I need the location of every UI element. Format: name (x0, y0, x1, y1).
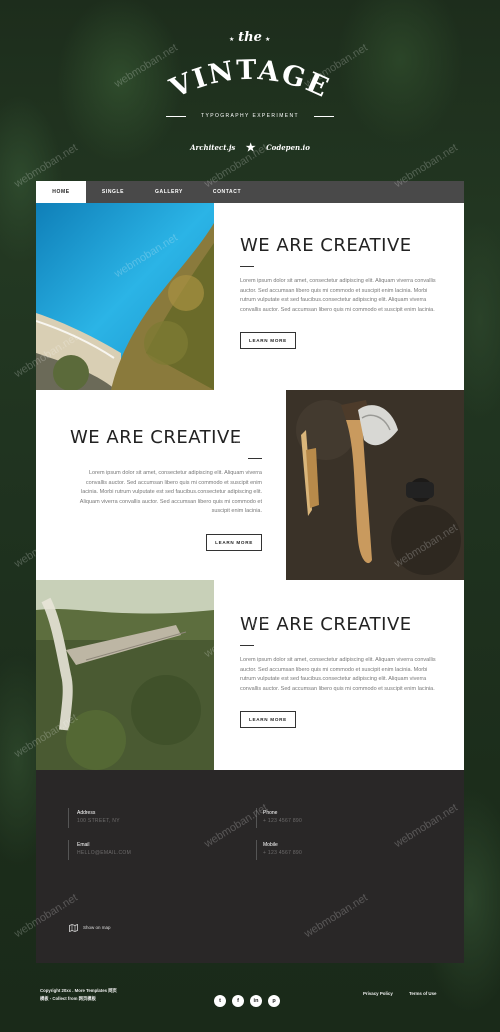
pinterest-icon[interactable]: p (268, 995, 280, 1007)
forest-bridge-photo (36, 580, 214, 770)
learn-more-button[interactable]: LEARN MORE (206, 533, 262, 551)
phone-label: Phone (263, 810, 278, 816)
copyright-line-2: 模板 - Collect from 网页模板 (40, 995, 96, 1001)
logo-the: the (238, 30, 262, 45)
nav-home[interactable]: HOME (36, 181, 86, 203)
header-links: Architect.js ★ Codepen.io (0, 140, 500, 154)
main-content: WE ARE CREATIVE Lorem ipsum dolor sit am… (36, 203, 464, 770)
footer-divider (68, 808, 69, 828)
site-footer: Address 100 STREET, NY Phone + 123 4567 … (36, 770, 464, 963)
learn-more-button[interactable]: LEARN MORE (240, 711, 296, 728)
privacy-policy-link[interactable]: Privacy Policy (363, 991, 393, 996)
aerial-beach-photo (36, 203, 214, 390)
learn-more-button[interactable]: LEARN MORE (240, 332, 296, 349)
axe-and-knife-photo (286, 390, 464, 580)
architect-link[interactable]: Architect.js (190, 143, 235, 152)
nav-contact[interactable]: CONTACT (202, 181, 252, 203)
codepen-link[interactable]: Codepen.io (266, 143, 310, 152)
section-body: Lorem ipsum dolor sit amet, consectetur … (240, 278, 436, 313)
twitter-icon[interactable]: t (214, 995, 226, 1007)
show-on-map-link[interactable]: Show on map (69, 923, 111, 933)
linkedin-icon[interactable]: in (250, 995, 262, 1007)
svg-text:VINTAGE: VINTAGE (165, 55, 335, 105)
email-value[interactable]: HELLO@EMAIL.COM (77, 850, 131, 856)
heading-divider (240, 266, 254, 267)
nav-gallery[interactable]: GALLERY (144, 181, 194, 203)
main-nav: HOME SINGLE GALLERY CONTACT (36, 181, 464, 203)
section-3-text: WE ARE CREATIVE Lorem ipsum dolor sit am… (240, 614, 440, 728)
section-body: Lorem ipsum dolor sit amet, consectetur … (240, 657, 436, 692)
nav-single[interactable]: SINGLE (88, 181, 138, 203)
copyright-line-1: Copyright 20xx . More Templates 网页 (40, 988, 117, 993)
map-icon (69, 923, 78, 933)
copyright: Copyright 20xx . More Templates 网页 模板 - … (40, 987, 117, 1002)
star-icon: ★ (245, 141, 256, 154)
logo-tagline: TYPOGRAPHY EXPERIMENT (166, 113, 334, 119)
address-label: Address (77, 810, 96, 816)
logo-wordmark-text: VINTAGE (165, 55, 333, 105)
map-link-label: Show on map (83, 925, 111, 931)
footer-divider (256, 808, 257, 828)
section-heading: WE ARE CREATIVE (240, 614, 412, 635)
site-header: ★ ★ the VINTAGE TYPOGRAPHY EXPERIMENT Ar… (0, 0, 500, 180)
mobile-label: Mobile (263, 842, 278, 848)
terms-of-use-link[interactable]: Terms of Use (409, 991, 437, 996)
section-heading: WE ARE CREATIVE (240, 235, 412, 256)
footer-divider (68, 840, 69, 860)
heading-divider (240, 645, 254, 646)
email-label: Email (77, 842, 90, 848)
section-body: Lorem ipsum dolor sit amet, consectetur … (79, 470, 262, 514)
footer-divider (256, 840, 257, 860)
section-2-text: WE ARE CREATIVE Lorem ipsum dolor sit am… (70, 427, 262, 551)
section-heading: WE ARE CREATIVE (70, 427, 242, 448)
logo-wordmark[interactable]: VINTAGE (150, 52, 350, 112)
address-value: 100 STREET, NY (77, 818, 120, 824)
facebook-icon[interactable]: f (232, 995, 244, 1007)
social-links: t f in p (214, 989, 286, 1007)
section-1-text: WE ARE CREATIVE Lorem ipsum dolor sit am… (240, 235, 440, 349)
phone-value: + 123 4567 890 (263, 818, 303, 824)
mobile-value: + 123 4567 890 (263, 850, 303, 856)
bottom-bar: Copyright 20xx . More Templates 网页 模板 - … (36, 983, 464, 1013)
heading-divider (248, 458, 262, 459)
